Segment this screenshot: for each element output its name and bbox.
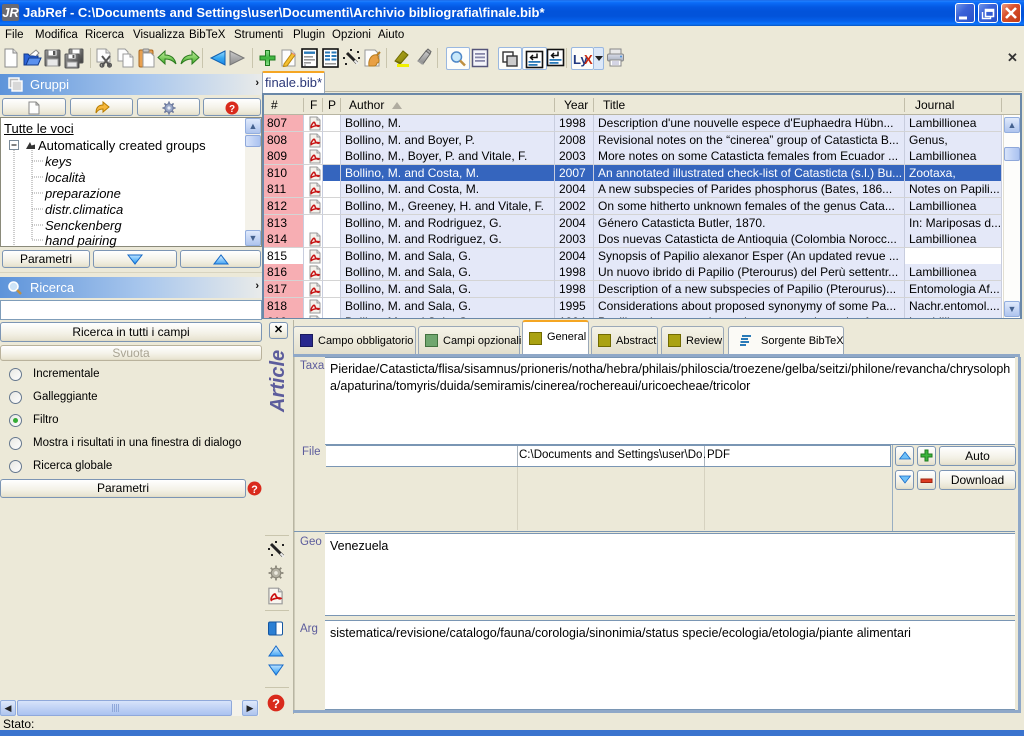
svg-text:?: ? bbox=[229, 104, 235, 115]
svg-text:?: ? bbox=[251, 484, 258, 496]
svg-text:X: X bbox=[584, 52, 593, 67]
svg-text:?: ? bbox=[272, 696, 280, 711]
